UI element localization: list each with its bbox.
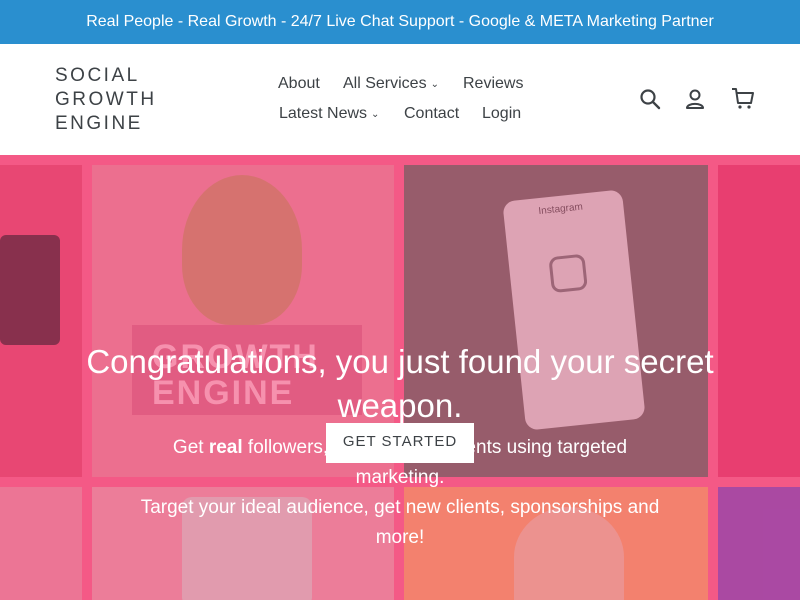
search-icon[interactable] <box>638 87 662 111</box>
site-header: SOCIAL GROWTH ENGINE About All Services ⌄… <box>0 44 800 155</box>
logo-line-2: GROWTH <box>55 89 157 110</box>
chevron-down-icon: ⌄ <box>430 79 439 90</box>
get-started-label: GET STARTED <box>342 433 458 450</box>
cart-icon[interactable] <box>730 86 756 110</box>
hero-subtitle-line-2: Target your ideal audience, get new clie… <box>140 497 660 548</box>
site-logo[interactable]: SOCIAL GROWTH ENGINE <box>55 64 157 136</box>
account-icon[interactable] <box>684 87 706 111</box>
nav-reviews[interactable]: Reviews <box>463 75 523 93</box>
nav-contact[interactable]: Contact <box>404 105 459 123</box>
nav-about-label: About <box>278 75 320 92</box>
nav-login[interactable]: Login <box>482 105 521 123</box>
chevron-down-icon: ⌄ <box>371 109 380 120</box>
hero-subtitle-bold: real <box>208 437 243 458</box>
nav-contact-label: Contact <box>404 105 460 122</box>
announcement-bar: Real People - Real Growth - 24/7 Live Ch… <box>0 0 800 44</box>
get-started-button[interactable]: GET STARTED <box>326 423 474 463</box>
hero-title: Congratulations, you just found your sec… <box>86 343 714 424</box>
nav-all-services[interactable]: All Services ⌄ <box>343 75 439 93</box>
hero-subtitle-prefix: Get <box>172 437 209 458</box>
logo-line-1: SOCIAL <box>55 65 140 86</box>
logo-line-3: ENGINE <box>55 113 143 134</box>
nav-all-services-label: All Services <box>343 75 427 92</box>
nav-latest-news-label: Latest News <box>279 105 368 122</box>
nav-latest-news[interactable]: Latest News ⌄ <box>279 105 379 123</box>
hero-banner: GROWTH ENGINE Instagram Congratulations,… <box>0 155 800 600</box>
nav-reviews-label: Reviews <box>463 75 524 92</box>
nav-login-label: Login <box>482 105 522 122</box>
nav-about[interactable]: About <box>278 75 320 93</box>
announcement-text: Real People - Real Growth - 24/7 Live Ch… <box>86 13 714 30</box>
